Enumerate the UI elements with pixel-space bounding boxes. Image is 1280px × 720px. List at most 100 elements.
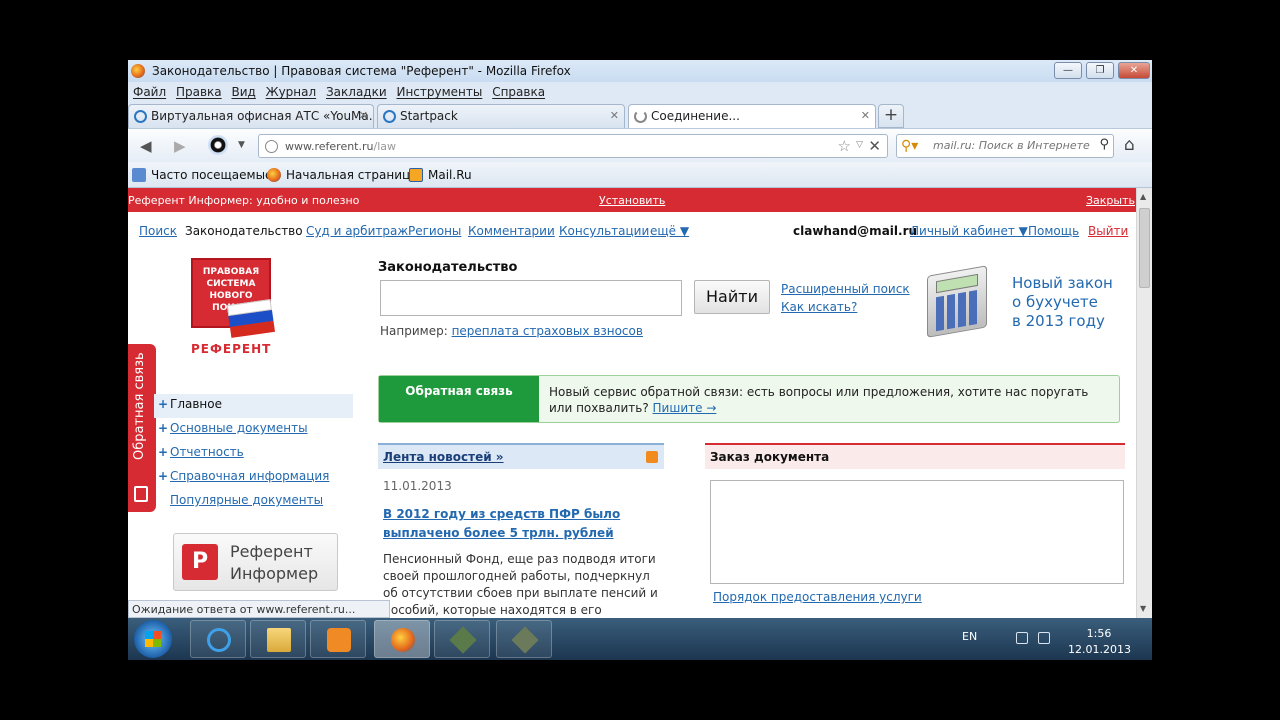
url-bar[interactable]: www.referent.ru/law ☆ ▽ ✕ <box>258 134 888 158</box>
feedback-form-icon <box>134 486 148 502</box>
news-feed-link[interactable]: Лента новостей » <box>383 450 504 464</box>
menu-bookmarks[interactable]: Закладки <box>326 85 387 99</box>
order-textarea[interactable] <box>710 480 1124 584</box>
stop-icon[interactable]: ✕ <box>868 137 881 155</box>
taskbar-explorer[interactable] <box>250 620 306 658</box>
advanced-search-link[interactable]: Расширенный поиск <box>781 280 910 298</box>
search-input[interactable] <box>933 139 1093 152</box>
nav-legislation[interactable]: Законодательство <box>185 224 303 238</box>
informer-banner[interactable]: Р Референт Информер <box>173 533 338 591</box>
back-button[interactable]: ◀ <box>140 137 152 155</box>
feedback-side-tab[interactable]: Обратная связь <box>128 344 156 512</box>
network-icon[interactable] <box>1016 632 1028 644</box>
russian-flag-icon <box>226 299 276 339</box>
taskbar-media-player[interactable] <box>310 620 366 658</box>
tab-connecting[interactable]: Соединение... ✕ <box>628 104 876 128</box>
sidebar-item-main[interactable]: + Главное <box>154 394 353 418</box>
legislation-search-input[interactable] <box>380 280 682 316</box>
bookmark-start-page[interactable]: Начальная страница <box>267 168 418 182</box>
internet-explorer-icon <box>207 628 231 652</box>
url-host: www.referent.ru <box>285 140 374 153</box>
firefox-icon <box>131 64 145 78</box>
search-engine-icon[interactable]: ⚲▾ <box>901 138 918 154</box>
search-icon[interactable]: ⚲ <box>1099 137 1109 152</box>
scroll-up-icon[interactable]: ▲ <box>1140 192 1146 201</box>
sidebar-item-basic-docs[interactable]: + Основные документы <box>154 418 354 442</box>
folder-icon <box>267 628 291 652</box>
sidebar-item-reporting[interactable]: + Отчетность <box>154 442 354 466</box>
tab-close-icon[interactable]: ✕ <box>359 109 368 122</box>
promo-new-law[interactable]: Новый закон о бухучете в 2013 году <box>1012 274 1113 331</box>
menu-help[interactable]: Справка <box>492 85 545 99</box>
scroll-down-icon[interactable]: ▼ <box>1140 604 1146 613</box>
search-title: Законодательство <box>378 260 518 275</box>
loading-spinner-icon <box>634 110 647 123</box>
taskbar-ie[interactable] <box>190 620 246 658</box>
tab-close-icon[interactable]: ✕ <box>610 109 619 122</box>
clock[interactable]: 1:56 12.01.2013 <box>1068 626 1131 658</box>
taskbar-firefox[interactable] <box>374 620 430 658</box>
nav-exit[interactable]: Выйти <box>1088 224 1128 238</box>
service-terms-link[interactable]: Порядок предоставления услуги <box>713 590 922 604</box>
informer-line: Информер <box>230 564 319 583</box>
nav-search[interactable]: Поиск <box>139 224 177 238</box>
example-link[interactable]: переплата страховых взносов <box>452 324 643 338</box>
feedback-banner-label[interactable]: Обратная связь <box>379 376 539 422</box>
forward-button[interactable]: ▶ <box>174 137 186 155</box>
close-window-button[interactable]: ✕ <box>1118 62 1150 79</box>
nav-court[interactable]: Суд и арбитраж <box>306 224 408 238</box>
calculator-icon[interactable] <box>921 257 999 343</box>
find-button[interactable]: Найти <box>694 280 770 314</box>
menu-tools[interactable]: Инструменты <box>396 85 482 99</box>
home-button[interactable]: ⌂ <box>1124 135 1135 155</box>
nav-cabinet[interactable]: Личный кабинет ▼ <box>910 224 1028 238</box>
expand-icon[interactable]: + <box>158 397 168 411</box>
nav-help[interactable]: Помощь <box>1028 224 1079 238</box>
nav-comments[interactable]: Комментарии <box>468 224 555 238</box>
how-to-search-link[interactable]: Как искать? <box>781 298 910 316</box>
menu-history[interactable]: Журнал <box>266 85 317 99</box>
tab-close-icon[interactable]: ✕ <box>861 109 870 122</box>
nav-consultations[interactable]: Консультации <box>559 224 649 238</box>
minimize-button[interactable]: — <box>1054 62 1082 79</box>
sidebar-item-label: Основные документы <box>170 421 308 435</box>
taskbar-app-1[interactable] <box>434 620 490 658</box>
sidebar-item-reference[interactable]: + Справочная информация <box>154 466 354 490</box>
url-history-dropdown-icon[interactable]: ▽ <box>856 140 863 150</box>
expand-icon[interactable]: + <box>158 469 168 483</box>
scroll-thumb[interactable] <box>1139 208 1150 288</box>
expand-icon[interactable]: + <box>158 445 168 459</box>
bookmark-star-icon[interactable]: ☆ <box>838 137 851 155</box>
taskbar-app-2[interactable] <box>496 620 552 658</box>
menu-file[interactable]: Файл <box>133 85 166 99</box>
close-informer-link[interactable]: Закрыть <box>1086 194 1135 207</box>
bookmark-mailru[interactable]: Mail.Ru <box>409 168 472 182</box>
nav-regions[interactable]: Регионы <box>408 224 461 238</box>
sidebar-item-popular[interactable]: Популярные документы <box>154 490 354 514</box>
write-link[interactable]: Пишите → <box>653 401 717 415</box>
bookmark-most-visited[interactable]: Часто посещаемые <box>132 168 272 182</box>
url-text[interactable]: www.referent.ru/law <box>285 140 396 153</box>
vertical-scrollbar[interactable]: ▲ ▼ <box>1136 188 1152 618</box>
nav-more[interactable]: ещё ▼ <box>650 224 689 238</box>
start-button[interactable] <box>134 620 172 658</box>
maximize-button[interactable]: ❐ <box>1086 62 1114 79</box>
referent-logo[interactable]: ПРАВОВАЯ СИСТЕМА НОВОГО ПОКОЛ РЕФЕРЕНТ <box>191 258 276 358</box>
menu-view[interactable]: Вид <box>231 85 255 99</box>
tab-youmagic[interactable]: Виртуальная офисная АТС «YouMa... ✕ <box>128 104 374 128</box>
install-link[interactable]: Установить <box>599 194 665 207</box>
news-headline-link[interactable]: В 2012 году из средств ПФР было выплачен… <box>383 505 664 543</box>
media-player-icon <box>327 628 351 652</box>
menu-edit[interactable]: Правка <box>176 85 222 99</box>
webmoney-icon[interactable] <box>208 135 228 155</box>
clock-date: 12.01.2013 <box>1068 643 1131 656</box>
status-bar: Ожидание ответа от www.referent.ru... <box>128 600 390 618</box>
signal-icon[interactable] <box>1038 632 1050 644</box>
tab-startpack[interactable]: Startpack ✕ <box>377 104 625 128</box>
new-tab-button[interactable]: + <box>878 104 904 128</box>
dropdown-arrow-icon[interactable]: ▼ <box>238 140 245 150</box>
expand-icon[interactable]: + <box>158 421 168 435</box>
rss-icon[interactable] <box>646 451 658 463</box>
search-bar[interactable]: ⚲▾ ⚲ <box>896 134 1114 158</box>
language-indicator[interactable]: EN <box>962 630 977 643</box>
